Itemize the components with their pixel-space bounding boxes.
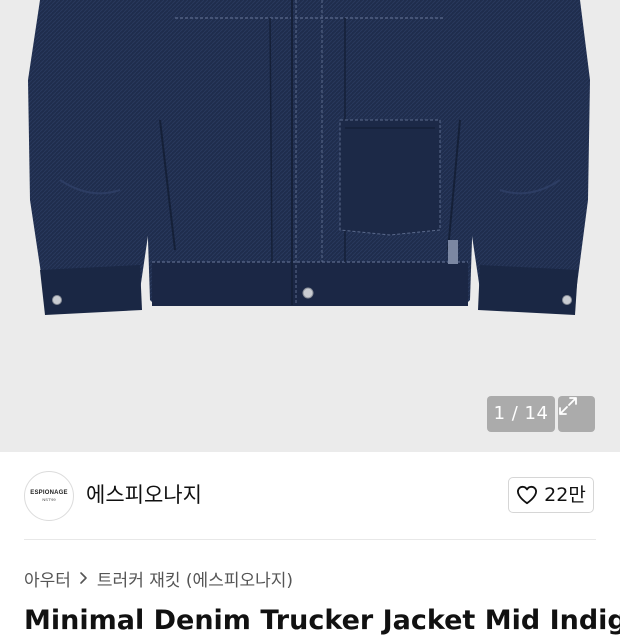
breadcrumb-item-subcategory[interactable]: 트러커 재킷 (에스피오나지) <box>97 566 293 591</box>
breadcrumb-item-category[interactable]: 아우터 <box>24 566 71 591</box>
heart-icon <box>517 485 538 505</box>
image-counter: 1 / 14 <box>487 396 555 432</box>
like-count: 22만 <box>544 484 586 506</box>
brand-name[interactable]: 에스피오나지 <box>86 482 202 508</box>
product-image-gallery[interactable]: 1 / 14 <box>0 0 620 452</box>
like-button[interactable]: 22만 <box>508 477 594 513</box>
expand-button[interactable] <box>558 396 595 432</box>
breadcrumb: 아우터 트러커 재킷 (에스피오나지) <box>24 566 293 591</box>
brand-logo[interactable]: ESPIONAGE NST'99 <box>24 471 74 521</box>
expand-icon <box>559 397 577 415</box>
product-title: Minimal Denim Trucker Jacket Mid Indigo <box>24 605 620 636</box>
divider <box>24 539 596 540</box>
chevron-right-icon <box>80 572 87 584</box>
brand-logo-subtext: NST'99 <box>42 497 56 502</box>
brand-row: ESPIONAGE NST'99 에스피오나지 22만 <box>0 452 620 540</box>
brand-logo-text: ESPIONAGE <box>30 490 68 496</box>
denim-jacket-image <box>28 0 590 315</box>
